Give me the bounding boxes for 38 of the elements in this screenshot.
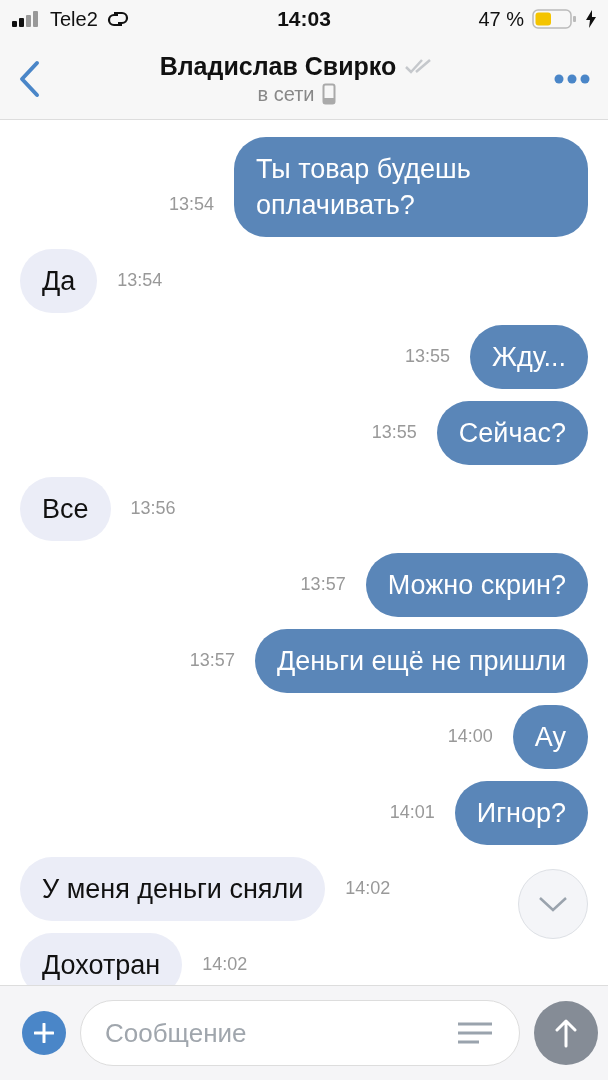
battery-icon <box>532 9 578 29</box>
online-status: в сети <box>257 82 315 106</box>
message-time: 14:02 <box>345 878 391 899</box>
attach-button[interactable] <box>22 1011 66 1055</box>
message-time: 13:57 <box>300 574 346 595</box>
clock: 14:03 <box>277 7 331 31</box>
message-bubble: Да <box>20 249 98 313</box>
arrow-up-icon <box>555 1018 577 1048</box>
message-bubble: Деньги ещё не пришли <box>254 629 588 693</box>
more-icon[interactable] <box>554 73 590 84</box>
message-time: 13:55 <box>371 422 417 443</box>
message-bubble: Можно скрин? <box>365 553 588 617</box>
carrier-name: Tele2 <box>50 7 98 31</box>
back-icon[interactable] <box>18 59 40 98</box>
message-time: 13:54 <box>117 270 163 291</box>
message-time: 13:56 <box>130 498 176 519</box>
message-bubble: Жду... <box>470 325 588 389</box>
plus-icon <box>34 1023 54 1043</box>
message-bubble: Игнор? <box>454 781 588 845</box>
message-time: 14:01 <box>389 802 435 823</box>
message-time: 13:57 <box>189 650 235 671</box>
link-icon <box>105 10 130 28</box>
message-bubble: Все <box>20 477 111 541</box>
chevron-down-icon <box>538 896 568 912</box>
message-bubble: У меня деньги сняли <box>20 857 326 921</box>
phone-icon <box>322 83 337 105</box>
message-time: 13:55 <box>404 346 450 367</box>
message-bubble: Ау <box>512 705 588 769</box>
message-bubble: Дохотран <box>20 933 183 985</box>
message-bubble: Сейчас? <box>436 401 588 465</box>
message-field[interactable]: Сообщение <box>80 1000 520 1066</box>
menu-icon[interactable] <box>457 1022 493 1044</box>
message-bubble: Ты товар будешь оплачивать? <box>234 137 588 237</box>
message-time: 14:00 <box>447 726 493 747</box>
message-time: 13:54 <box>168 194 214 215</box>
message-time: 14:02 <box>202 954 248 975</box>
contact-name: Владислав Свирко <box>159 51 397 81</box>
battery-percent: 47 % <box>478 7 524 31</box>
